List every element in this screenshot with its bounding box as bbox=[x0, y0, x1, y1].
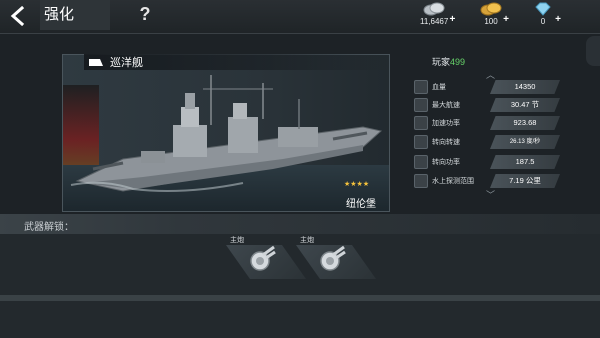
stat-row-hp: 血量 14350 bbox=[414, 80, 560, 96]
stat-row-max-speed: 最大航速 30.47 节 bbox=[414, 98, 560, 114]
ship-image bbox=[63, 75, 389, 211]
add-diamond-icon[interactable]: + bbox=[555, 14, 561, 25]
acceleration-icon bbox=[414, 116, 428, 130]
stat-value: 30.47 节 bbox=[490, 98, 560, 112]
weapons-unlock-label: 武器解锁： bbox=[24, 222, 74, 233]
bottom-divider bbox=[0, 295, 600, 301]
ship-display-panel bbox=[62, 54, 390, 212]
hp-icon bbox=[414, 80, 428, 94]
scroll-down-icon[interactable]: ﹀ bbox=[486, 188, 495, 201]
silver-amount: 11,6467 bbox=[420, 17, 449, 26]
diamond-icon bbox=[535, 2, 551, 16]
stat-row-detection-range: 水上探测范围 7.19 公里 bbox=[414, 174, 560, 190]
speed-icon bbox=[414, 98, 428, 112]
stat-label: 加速功率 bbox=[432, 120, 460, 127]
turret-icon bbox=[320, 245, 346, 271]
gold-coin-icon bbox=[480, 2, 502, 16]
stat-value: 187.5 bbox=[490, 155, 560, 169]
ship-name: 纽伦堡 bbox=[346, 199, 376, 210]
turn-rate-icon bbox=[414, 135, 428, 149]
weapon-label: 主炮 bbox=[230, 237, 244, 244]
add-gold-icon[interactable]: + bbox=[503, 14, 509, 25]
currency-silver[interactable]: 11,6467 + bbox=[420, 2, 455, 30]
stat-row-turn-rate: 转向转速 26.13 度/秒 bbox=[414, 135, 560, 151]
back-button[interactable] bbox=[6, 4, 30, 28]
page-title: 强化 bbox=[40, 0, 110, 30]
stat-label: 水上探测范围 bbox=[432, 178, 474, 185]
side-menu-button[interactable] bbox=[586, 36, 600, 66]
currency-diamond[interactable]: 0 + bbox=[532, 2, 561, 30]
stat-row-acceleration: 加速功率 923.68 bbox=[414, 116, 560, 132]
stat-label: 转向功率 bbox=[432, 159, 460, 166]
ship-class-text: 巡洋舰 bbox=[110, 57, 143, 69]
currency-gold[interactable]: 100 + bbox=[480, 2, 509, 30]
cruiser-class-icon bbox=[89, 58, 103, 66]
stat-label: 最大航速 bbox=[432, 102, 460, 109]
stat-row-turn-power: 转向功率 187.5 bbox=[414, 155, 560, 171]
weapon-slot-main-gun[interactable]: 主炮 bbox=[226, 237, 306, 288]
gold-amount: 100 bbox=[484, 17, 498, 26]
turret-icon bbox=[250, 245, 276, 271]
turn-power-icon bbox=[414, 155, 428, 169]
diamond-amount: 0 bbox=[540, 17, 546, 26]
weapon-slot-main-gun-2[interactable]: 主炮 bbox=[296, 237, 376, 288]
stat-label: 血量 bbox=[432, 84, 446, 91]
stat-value: 923.68 bbox=[490, 116, 560, 130]
stat-value: 26.13 度/秒 bbox=[490, 135, 560, 149]
help-button[interactable]: ? bbox=[136, 4, 154, 26]
ship-class-label: 巡洋舰 bbox=[84, 54, 394, 70]
weapons-header-bar bbox=[0, 214, 600, 234]
ship-star-rating: ★★★★ bbox=[344, 181, 370, 188]
silver-coin-icon bbox=[423, 2, 445, 16]
chevron-left-icon bbox=[10, 6, 25, 26]
stat-label: 转向转速 bbox=[432, 139, 460, 146]
player-level-value: 499 bbox=[450, 57, 466, 67]
weapon-label: 主炮 bbox=[300, 237, 314, 244]
player-prefix: 玩家 bbox=[432, 57, 451, 67]
stat-value: 14350 bbox=[490, 80, 560, 94]
player-level: 玩家499 bbox=[432, 55, 465, 68]
add-silver-icon[interactable]: + bbox=[449, 14, 455, 25]
stat-value: 7.19 公里 bbox=[490, 174, 560, 188]
detection-icon bbox=[414, 174, 428, 188]
